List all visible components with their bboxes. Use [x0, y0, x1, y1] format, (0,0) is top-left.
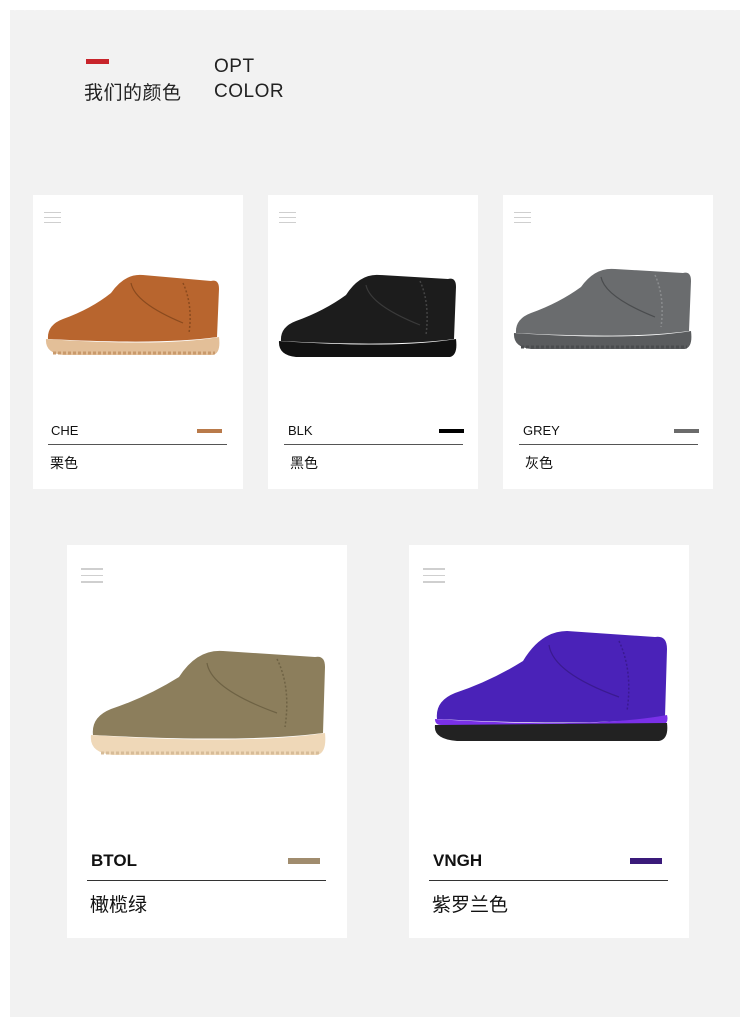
- color-card-vngh[interactable]: VNGH 紫罗兰色: [409, 545, 689, 938]
- color-card-grey[interactable]: GREY 灰色: [503, 195, 713, 489]
- shoe-image-blk: [278, 274, 457, 357]
- color-code: BTOL: [91, 851, 137, 870]
- color-swatch: [439, 429, 464, 433]
- section-title-en: OPT COLOR: [214, 54, 284, 104]
- color-code: GREY: [523, 423, 560, 438]
- shoe-image-che: [45, 274, 220, 355]
- divider: [284, 444, 463, 445]
- accent-bar: [86, 59, 109, 64]
- divider: [48, 444, 227, 445]
- shoe-image-vngh: [434, 631, 668, 741]
- color-code: VNGH: [433, 851, 483, 870]
- divider: [429, 880, 668, 881]
- menu-icon: [44, 212, 61, 223]
- divider: [519, 444, 698, 445]
- decorative-edge: [10, 6, 740, 16]
- color-name-cn: 橄榄绿: [90, 894, 148, 916]
- color-name-cn: 灰色: [525, 456, 553, 472]
- menu-icon: [279, 212, 296, 223]
- section-title-en-line1: OPT: [214, 56, 255, 77]
- color-swatch: [197, 429, 222, 433]
- menu-icon: [81, 568, 103, 583]
- color-swatch: [288, 858, 320, 864]
- section-title-en-line2: COLOR: [214, 81, 285, 102]
- color-name-cn: 栗色: [50, 456, 78, 472]
- section-title-cn: 我们的颜色: [84, 82, 182, 104]
- divider: [87, 880, 326, 881]
- menu-icon: [423, 568, 445, 583]
- color-name-cn: 紫罗兰色: [432, 894, 509, 916]
- color-card-che[interactable]: CHE 栗色: [33, 195, 243, 489]
- shoe-image-grey: [513, 268, 692, 349]
- color-code: CHE: [51, 423, 79, 438]
- color-card-btol[interactable]: BTOL 橄榄绿: [67, 545, 347, 938]
- color-swatch: [674, 429, 699, 433]
- color-code: BLK: [288, 423, 313, 438]
- color-name-cn: 黑色: [290, 456, 318, 472]
- color-card-blk[interactable]: BLK 黑色: [268, 195, 478, 489]
- menu-icon: [514, 212, 531, 223]
- shoe-image-btol: [90, 650, 326, 755]
- color-swatch: [630, 858, 662, 864]
